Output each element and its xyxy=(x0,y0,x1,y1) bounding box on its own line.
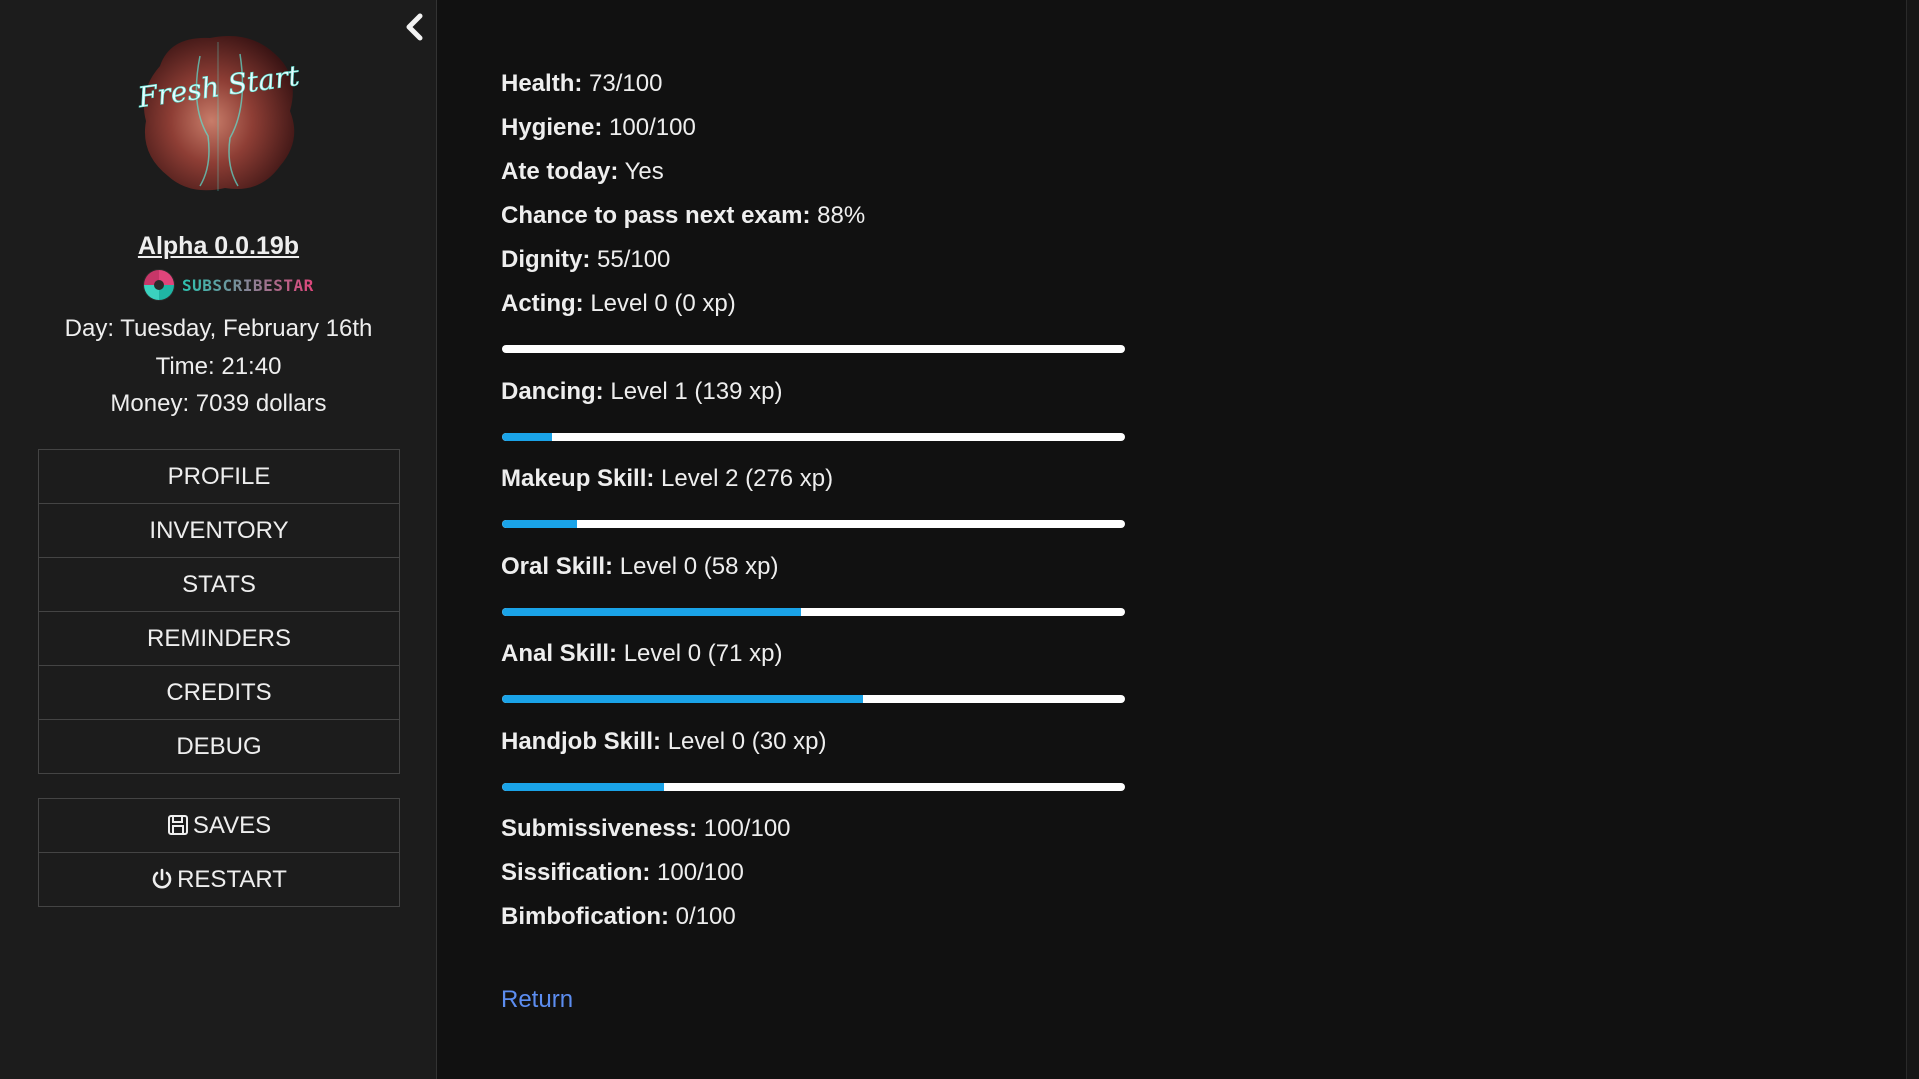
main-menu: PROFILE INVENTORY STATS REMINDERS CREDIT… xyxy=(38,449,400,774)
menu-stats-button[interactable]: STATS xyxy=(39,558,399,612)
stat-bimbofication: Bimbofication: 0/100 xyxy=(501,903,736,931)
game-logo: Fresh Start xyxy=(130,26,308,198)
time-caption: Time: 21:40 xyxy=(155,353,282,380)
menu-profile-button[interactable]: PROFILE xyxy=(39,450,399,504)
skill-progress-fill xyxy=(502,433,552,441)
skill-value: Level 0 (71 xp) xyxy=(623,640,783,667)
skill-progress-fill xyxy=(502,695,864,703)
menu-debug-button[interactable]: DEBUG xyxy=(39,720,399,773)
skill-progress-fill xyxy=(502,520,577,528)
stat-health: Health: 73/100 xyxy=(501,70,662,98)
skill-progress-bar xyxy=(502,608,1125,616)
menu-credits-button[interactable]: CREDITS xyxy=(39,666,399,720)
skill-oral: Oral Skill: Level 0 (58 xp) xyxy=(501,553,778,581)
restart-label: RESTART xyxy=(177,866,287,893)
page-scrollbar[interactable] xyxy=(1906,0,1919,1079)
skill-label: Acting: xyxy=(501,290,584,317)
skill-label: Oral Skill: xyxy=(501,553,614,580)
system-menu: SAVES RESTART xyxy=(38,798,400,907)
stat-hygiene-value: 100/100 xyxy=(609,114,696,141)
version-link[interactable]: Alpha 0.0.19b xyxy=(0,232,437,261)
stats-panel: Health: 73/100 Hygiene: 100/100 Ate toda… xyxy=(501,0,1881,1079)
skill-label: Dancing: xyxy=(501,378,604,405)
stat-dignity: Dignity: 55/100 xyxy=(501,246,670,274)
skill-progress-bar xyxy=(502,433,1125,441)
stat-exam-value: 88% xyxy=(817,202,866,229)
day-caption: Day: Tuesday, February 16th xyxy=(64,315,373,342)
skill-progress-fill xyxy=(502,608,802,616)
skill-value: Level 0 (30 xp) xyxy=(667,728,827,755)
subscribestar-link[interactable]: SUBSCRIBESTAR xyxy=(142,268,314,302)
skill-value: Level 0 (0 xp) xyxy=(590,290,736,317)
stat-dignity-label: Dignity: xyxy=(501,246,591,273)
stat-sissification-label: Sissification: xyxy=(501,859,651,886)
stat-exam-label: Chance to pass next exam: xyxy=(501,202,811,229)
skill-makeup: Makeup Skill: Level 2 (276 xp) xyxy=(501,465,833,493)
skill-anal: Anal Skill: Level 0 (71 xp) xyxy=(501,640,782,668)
stat-ate-label: Ate today: xyxy=(501,158,619,185)
stat-sissification-value: 100/100 xyxy=(657,859,744,886)
skill-progress-bar xyxy=(502,695,1125,703)
stat-submissiveness: Submissiveness: 100/100 xyxy=(501,815,791,843)
floppy-disk-icon xyxy=(167,815,188,835)
stat-health-value: 73/100 xyxy=(589,70,663,97)
skill-value: Level 1 (139 xp) xyxy=(610,378,783,405)
menu-inventory-button[interactable]: INVENTORY xyxy=(39,504,399,558)
skill-progress-fill xyxy=(502,783,664,791)
skill-dancing: Dancing: Level 1 (139 xp) xyxy=(501,378,782,406)
stat-hygiene: Hygiene: 100/100 xyxy=(501,114,696,142)
sidebar: Fresh Start Alpha 0.0.19b SUBSCRIBESTAR … xyxy=(0,0,437,1079)
power-icon xyxy=(152,868,172,889)
subscribestar-icon xyxy=(142,268,176,302)
stat-hygiene-label: Hygiene: xyxy=(501,114,603,141)
money-caption: Money: 7039 dollars xyxy=(110,390,327,417)
skill-handjob: Handjob Skill: Level 0 (30 xp) xyxy=(501,728,826,756)
saves-button[interactable]: SAVES xyxy=(39,799,399,853)
skill-progress-bar xyxy=(502,783,1125,791)
saves-label: SAVES xyxy=(192,812,272,839)
stat-health-label: Health: xyxy=(501,70,583,97)
return-link[interactable]: Return xyxy=(501,986,573,1014)
stat-bimbofication-value: 0/100 xyxy=(675,903,736,930)
skill-progress-bar xyxy=(502,520,1125,528)
stat-submissiveness-value: 100/100 xyxy=(703,815,791,842)
subscribestar-label: SUBSCRIBESTAR xyxy=(182,276,314,295)
stat-bimbofication-label: Bimbofication: xyxy=(501,903,669,930)
skill-label: Makeup Skill: xyxy=(501,465,655,492)
skill-label: Anal Skill: xyxy=(501,640,618,667)
stat-submissiveness-label: Submissiveness: xyxy=(501,815,698,842)
subscribestar-text: SUBSCRIBESTAR xyxy=(182,275,314,295)
stat-exam-chance: Chance to pass next exam: 88% xyxy=(501,202,865,230)
restart-button[interactable]: RESTART xyxy=(39,853,399,906)
stat-ate-today: Ate today: Yes xyxy=(501,158,664,186)
skill-label: Handjob Skill: xyxy=(501,728,662,755)
stat-sissification: Sissification: 100/100 xyxy=(501,859,744,887)
skill-acting: Acting: Level 0 (0 xp) xyxy=(501,290,736,318)
skill-value: Level 0 (58 xp) xyxy=(619,553,779,580)
skill-progress-bar xyxy=(502,345,1125,353)
menu-reminders-button[interactable]: REMINDERS xyxy=(39,612,399,666)
stat-dignity-value: 55/100 xyxy=(597,246,671,273)
stat-ate-value: Yes xyxy=(624,158,664,185)
skill-value: Level 2 (276 xp) xyxy=(661,465,834,492)
collapse-sidebar-icon[interactable] xyxy=(400,10,430,44)
